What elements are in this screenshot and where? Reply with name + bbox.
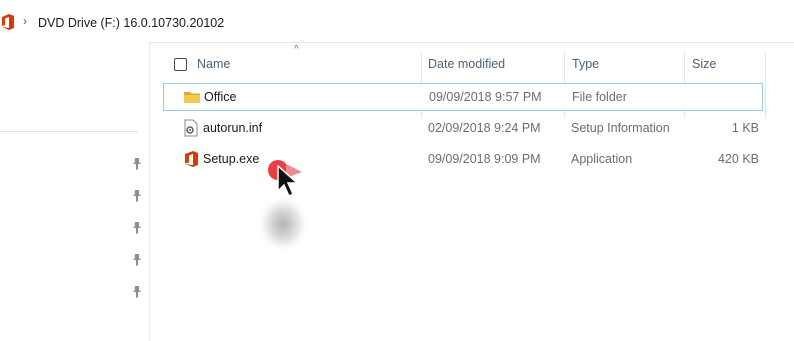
pin-icon[interactable] bbox=[132, 286, 142, 298]
breadcrumb-path[interactable]: DVD Drive (F:) 16.0.10730.20102 bbox=[38, 16, 224, 30]
breadcrumb-chevron-icon[interactable]: › bbox=[23, 14, 27, 28]
column-header-row: ^ Name Date modified Type Size bbox=[149, 42, 794, 118]
column-header-size[interactable]: Size bbox=[692, 57, 716, 71]
file-name: autorun.inf bbox=[203, 121, 263, 135]
file-date-modified: 09/09/2018 9:09 PM bbox=[428, 152, 541, 166]
file-row-setup[interactable]: Setup.exe 09/09/2018 9:09 PM Application… bbox=[163, 146, 761, 172]
file-type: Application bbox=[571, 152, 633, 166]
file-size: 420 KB bbox=[717, 152, 759, 166]
address-bar[interactable]: › DVD Drive (F:) 16.0.10730.20102 bbox=[0, 0, 794, 43]
cursor-motion-blur bbox=[262, 200, 304, 248]
settings-file-icon bbox=[184, 119, 198, 137]
folder-icon bbox=[184, 92, 200, 103]
file-row-office[interactable]: Office 09/09/2018 9:57 PM File folder bbox=[163, 83, 763, 111]
file-date-modified: 02/09/2018 9:24 PM bbox=[428, 121, 541, 135]
select-all-checkbox[interactable] bbox=[174, 58, 187, 71]
file-date-modified: 09/09/2018 9:57 PM bbox=[429, 90, 542, 104]
file-row-autorun[interactable]: autorun.inf 02/09/2018 9:24 PM Setup Inf… bbox=[163, 115, 761, 141]
file-name: Setup.exe bbox=[203, 152, 260, 166]
nav-separator bbox=[0, 131, 138, 132]
file-type: File folder bbox=[572, 90, 627, 104]
pin-icon[interactable] bbox=[132, 158, 142, 170]
column-header-date-modified[interactable]: Date modified bbox=[428, 57, 505, 71]
file-size: 1 KB bbox=[731, 121, 759, 135]
office-logo-icon bbox=[2, 14, 14, 30]
pin-icon[interactable] bbox=[132, 254, 142, 266]
sort-ascending-icon: ^ bbox=[294, 44, 299, 55]
column-header-name[interactable]: Name bbox=[197, 57, 230, 71]
office-logo-icon bbox=[185, 151, 198, 167]
pin-icon[interactable] bbox=[132, 190, 142, 202]
pin-icon[interactable] bbox=[132, 222, 142, 234]
column-divider[interactable] bbox=[765, 52, 766, 118]
navigation-pane bbox=[0, 42, 150, 341]
file-type: Setup Information bbox=[571, 121, 670, 135]
file-name: Office bbox=[204, 90, 237, 104]
mouse-pointer-icon bbox=[277, 165, 299, 198]
column-header-type[interactable]: Type bbox=[572, 57, 599, 71]
